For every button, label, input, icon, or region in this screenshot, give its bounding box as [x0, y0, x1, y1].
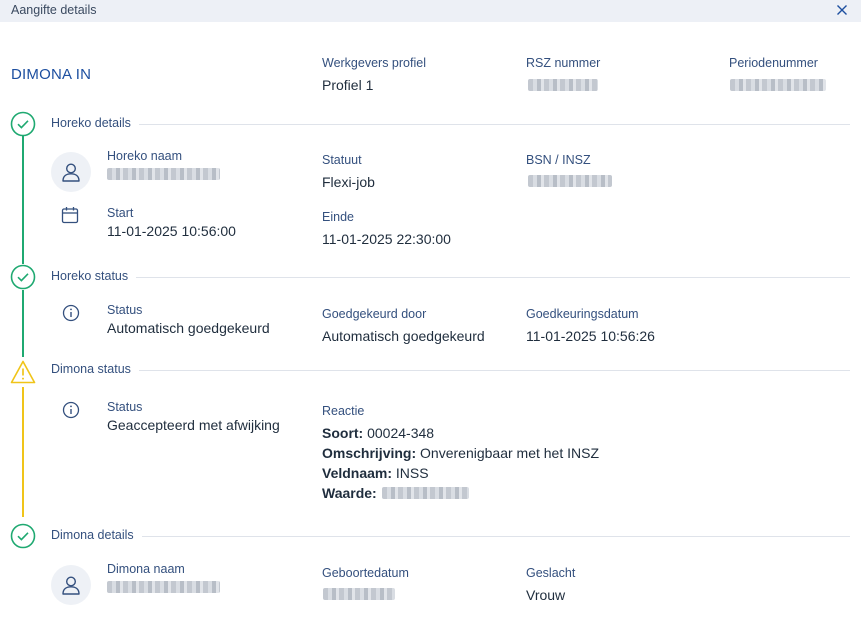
statuut-value: Flexi-job: [322, 174, 375, 190]
horeko-status-value: Automatisch goedgekeurd: [107, 320, 270, 336]
waarde-redacted: [382, 487, 469, 499]
section-divider: [51, 370, 850, 371]
einde-label: Einde: [322, 210, 354, 224]
section-title-dimona-status: Dimona status: [51, 362, 139, 376]
check-circle-icon: [10, 264, 36, 290]
reactie-soort: Soort: 00024-348: [322, 425, 435, 441]
avatar: [51, 152, 91, 192]
info-icon: [62, 304, 80, 322]
reactie-veldnaam: Veldnaam: INSS: [322, 465, 429, 481]
calendar-icon: [61, 206, 79, 224]
check-circle-icon: [10, 523, 36, 549]
start-label: Start: [107, 206, 134, 220]
goedgekeurd-door-label: Goedgekeurd door: [322, 307, 427, 321]
horeko-naam-label: Horeko naam: [107, 149, 183, 163]
dialog-title: Aangifte details: [11, 3, 97, 17]
section-divider: [51, 536, 850, 537]
goedkeuringsdatum-label: Goedkeuringsdatum: [526, 307, 639, 321]
dialog-titlebar: Aangifte details: [0, 0, 861, 22]
avatar: [51, 565, 91, 605]
dimona-naam-redacted: [107, 581, 220, 593]
bsn-insz-label: BSN / INSZ: [526, 153, 591, 167]
section-title-dimona-details: Dimona details: [51, 528, 142, 542]
dimona-status-label: Status: [107, 400, 143, 414]
goedgekeurd-door-value: Automatisch goedgekeurd: [322, 328, 485, 344]
reactie-omschrijving: Omschrijving: Onverenigbaar met het INSZ: [322, 445, 600, 461]
einde-value: 11-01-2025 22:30:00: [322, 231, 451, 247]
dimona-naam-label: Dimona naam: [107, 562, 185, 576]
warning-triangle-icon: [10, 359, 36, 385]
geslacht-label: Geslacht: [526, 566, 576, 580]
user-icon: [62, 163, 80, 182]
timeline-line: [22, 290, 24, 357]
rsz-nummer-label: RSZ nummer: [526, 56, 601, 70]
geboortedatum-label: Geboortedatum: [322, 566, 409, 580]
start-value: 11-01-2025 10:56:00: [107, 223, 236, 239]
statuut-label: Statuut: [322, 153, 362, 167]
periodenummer-label: Periodenummer: [729, 56, 818, 70]
timeline-line: [22, 387, 24, 517]
section-divider: [51, 124, 850, 125]
section-title-horeko-details: Horeko details: [51, 116, 139, 130]
geslacht-value: Vrouw: [526, 587, 566, 603]
dimona-status-value: Geaccepteerd met afwijking: [107, 417, 280, 433]
werkgevers-profiel-label: Werkgevers profiel: [322, 56, 426, 70]
reactie-waarde: Waarde:: [322, 485, 377, 501]
geboortedatum-redacted: [323, 588, 395, 600]
section-title-horeko-status: Horeko status: [51, 269, 137, 283]
section-divider: [51, 277, 850, 278]
goedkeuringsdatum-value: 11-01-2025 10:56:26: [526, 328, 655, 344]
bsn-insz-redacted: [528, 175, 612, 187]
close-icon[interactable]: [833, 1, 851, 19]
horeko-status-label: Status: [107, 303, 143, 317]
reactie-label: Reactie: [322, 404, 365, 418]
info-icon: [62, 401, 80, 419]
periodenummer-redacted: [730, 79, 826, 91]
user-icon: [62, 576, 80, 595]
page-title: DIMONA IN: [11, 66, 92, 83]
check-circle-icon: [10, 111, 36, 137]
werkgevers-profiel-value: Profiel 1: [322, 77, 374, 93]
horeko-naam-redacted: [107, 168, 220, 180]
rsz-nummer-redacted: [528, 79, 598, 91]
timeline-line: [22, 136, 24, 264]
